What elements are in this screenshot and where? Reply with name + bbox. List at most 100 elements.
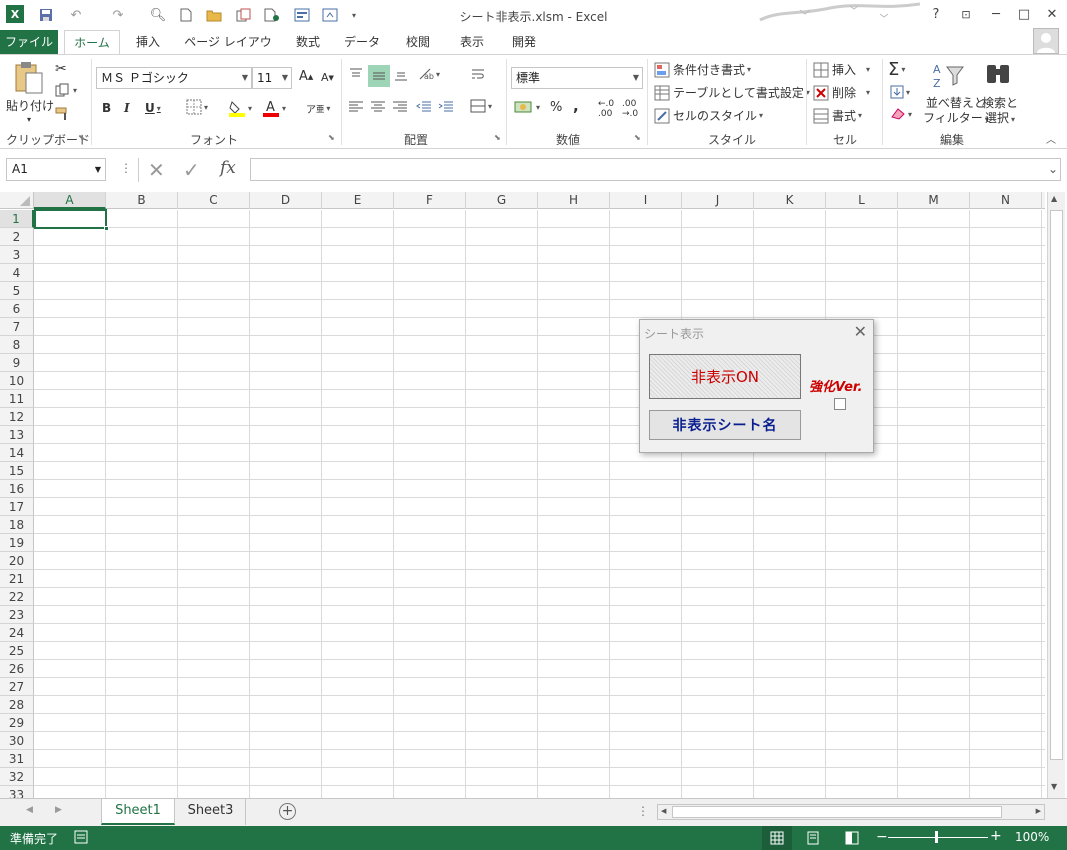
prev-sheet-icon[interactable]: ◀ [26,805,33,815]
orientation-icon[interactable]: ab ▾ [418,67,440,81]
select-all-corner[interactable] [0,192,34,209]
tab-developer[interactable]: 開発 [504,30,544,54]
font-name-combo[interactable]: ＭＳ Ｐゴシック ▼ [96,67,252,89]
fill-handle[interactable] [104,226,109,231]
tab-file[interactable]: ファイル [0,30,58,54]
normal-view-icon[interactable] [762,826,792,850]
zoom-out-icon[interactable]: − [876,829,888,845]
row-header[interactable]: 18 [0,516,34,534]
column-header[interactable]: J [682,192,754,209]
clipboard-launcher-icon[interactable]: ⬊ [78,133,85,142]
align-left-icon[interactable] [348,100,364,112]
row-header[interactable]: 16 [0,480,34,498]
sort-filter-button[interactable]: 並べ替えと フィルター ▾ [923,96,989,127]
row-header[interactable]: 20 [0,552,34,570]
user-avatar[interactable] [1033,28,1059,54]
tab-review[interactable]: 校閲 [396,30,440,54]
row-header[interactable]: 33 [0,786,34,798]
decrease-indent-icon[interactable] [416,100,432,112]
active-cell-selection[interactable] [34,209,109,231]
vertical-scrollbar[interactable]: ▲ ▼ [1047,192,1065,798]
tab-data[interactable]: データ [340,30,384,54]
zoom-slider[interactable] [888,837,988,838]
column-header[interactable]: M [898,192,970,209]
alignment-launcher-icon[interactable]: ⬊ [494,133,501,142]
confirm-entry-icon[interactable]: ✓ [183,158,200,182]
row-header[interactable]: 5 [0,282,34,300]
scroll-right-icon[interactable]: ▶ [1036,807,1041,815]
scroll-down-icon[interactable]: ▼ [1051,782,1057,791]
row-header[interactable]: 22 [0,588,34,606]
row-header[interactable]: 11 [0,390,34,408]
delete-cells-button[interactable]: 削除 ▾ [813,84,870,101]
close-icon[interactable]: ✕ [1041,4,1063,24]
find-select-button[interactable]: 検索と 選択 ▾ [982,96,1018,127]
tab-split-grip-icon[interactable]: ⋮ [637,804,649,818]
conditional-format-button[interactable]: 条件付き書式 ▾ [654,61,751,78]
align-bottom-icon[interactable] [393,67,409,81]
paste-dropdown-icon[interactable]: ▾ [27,115,31,124]
name-box[interactable]: A1 ▼ [6,158,106,181]
format-painter-icon[interactable] [55,107,71,121]
dialog-close-icon[interactable]: ✕ [854,322,867,341]
cell-styles-button[interactable]: セルのスタイル ▾ [654,107,763,124]
column-header[interactable]: D [250,192,322,209]
row-header[interactable]: 24 [0,624,34,642]
enhanced-version-checkbox[interactable] [834,398,846,410]
help-icon[interactable]: ? [925,4,947,24]
row-header[interactable]: 7 [0,318,34,336]
shrink-font-icon[interactable]: A ▼ [321,71,334,84]
italic-button[interactable]: I [124,101,130,115]
vertical-scroll-thumb[interactable] [1050,210,1063,760]
row-header[interactable]: 13 [0,426,34,444]
bold-button[interactable]: B [102,101,111,115]
autosum-icon[interactable]: Σ ▾ [888,59,905,80]
font-color-icon[interactable]: A ▾ [262,99,286,117]
cut-icon[interactable]: ✂ [55,61,67,77]
row-header[interactable]: 30 [0,732,34,750]
fill-color-icon[interactable]: ▾ [228,99,252,117]
grow-font-icon[interactable]: A ▲ [299,69,313,84]
row-header[interactable]: 12 [0,408,34,426]
fill-icon[interactable]: ▾ [890,85,910,99]
row-header[interactable]: 3 [0,246,34,264]
column-header[interactable]: C [178,192,250,209]
row-header[interactable]: 25 [0,642,34,660]
column-header[interactable]: E [322,192,394,209]
column-header[interactable]: K [754,192,826,209]
align-top-icon[interactable] [348,67,364,81]
row-header[interactable]: 26 [0,660,34,678]
align-center-icon[interactable] [370,100,386,112]
row-header[interactable]: 23 [0,606,34,624]
page-layout-view-icon[interactable] [806,831,820,848]
copy-icon[interactable]: ▾ [55,83,77,97]
column-header[interactable]: H [538,192,610,209]
zoom-level[interactable]: 100% [1015,830,1049,844]
page-break-view-icon[interactable] [845,831,859,848]
sort-filter-icon[interactable]: AZ [932,61,966,91]
row-header[interactable]: 27 [0,678,34,696]
increase-decimal-icon[interactable]: ←.0.00 [598,99,614,119]
macro-record-icon[interactable] [74,830,88,847]
row-header[interactable]: 29 [0,714,34,732]
sheet-tab-sheet1[interactable]: Sheet1 [101,799,175,825]
align-middle-icon[interactable] [368,65,390,87]
row-header[interactable]: 15 [0,462,34,480]
maximize-icon[interactable]: □ [1013,4,1035,24]
row-header[interactable]: 4 [0,264,34,282]
align-right-icon[interactable] [392,100,408,112]
hide-on-button[interactable]: 非表示ON [649,354,801,399]
wrap-text-icon[interactable] [470,67,486,81]
font-launcher-icon[interactable]: ⬊ [328,133,335,142]
row-header[interactable]: 6 [0,300,34,318]
collapse-ribbon-icon[interactable]: ︿ [1046,131,1056,146]
row-header[interactable]: 9 [0,354,34,372]
tab-page-layout[interactable]: ページ レイアウト [180,30,276,73]
ribbon-display-icon[interactable]: ⊡ [955,4,977,24]
new-sheet-icon[interactable]: + [279,803,296,820]
column-header[interactable]: B [106,192,178,209]
zoom-in-icon[interactable]: + [990,828,1002,844]
comma-button[interactable]: , [573,97,579,115]
tab-formulas[interactable]: 数式 [288,30,328,54]
column-header[interactable]: G [466,192,538,209]
